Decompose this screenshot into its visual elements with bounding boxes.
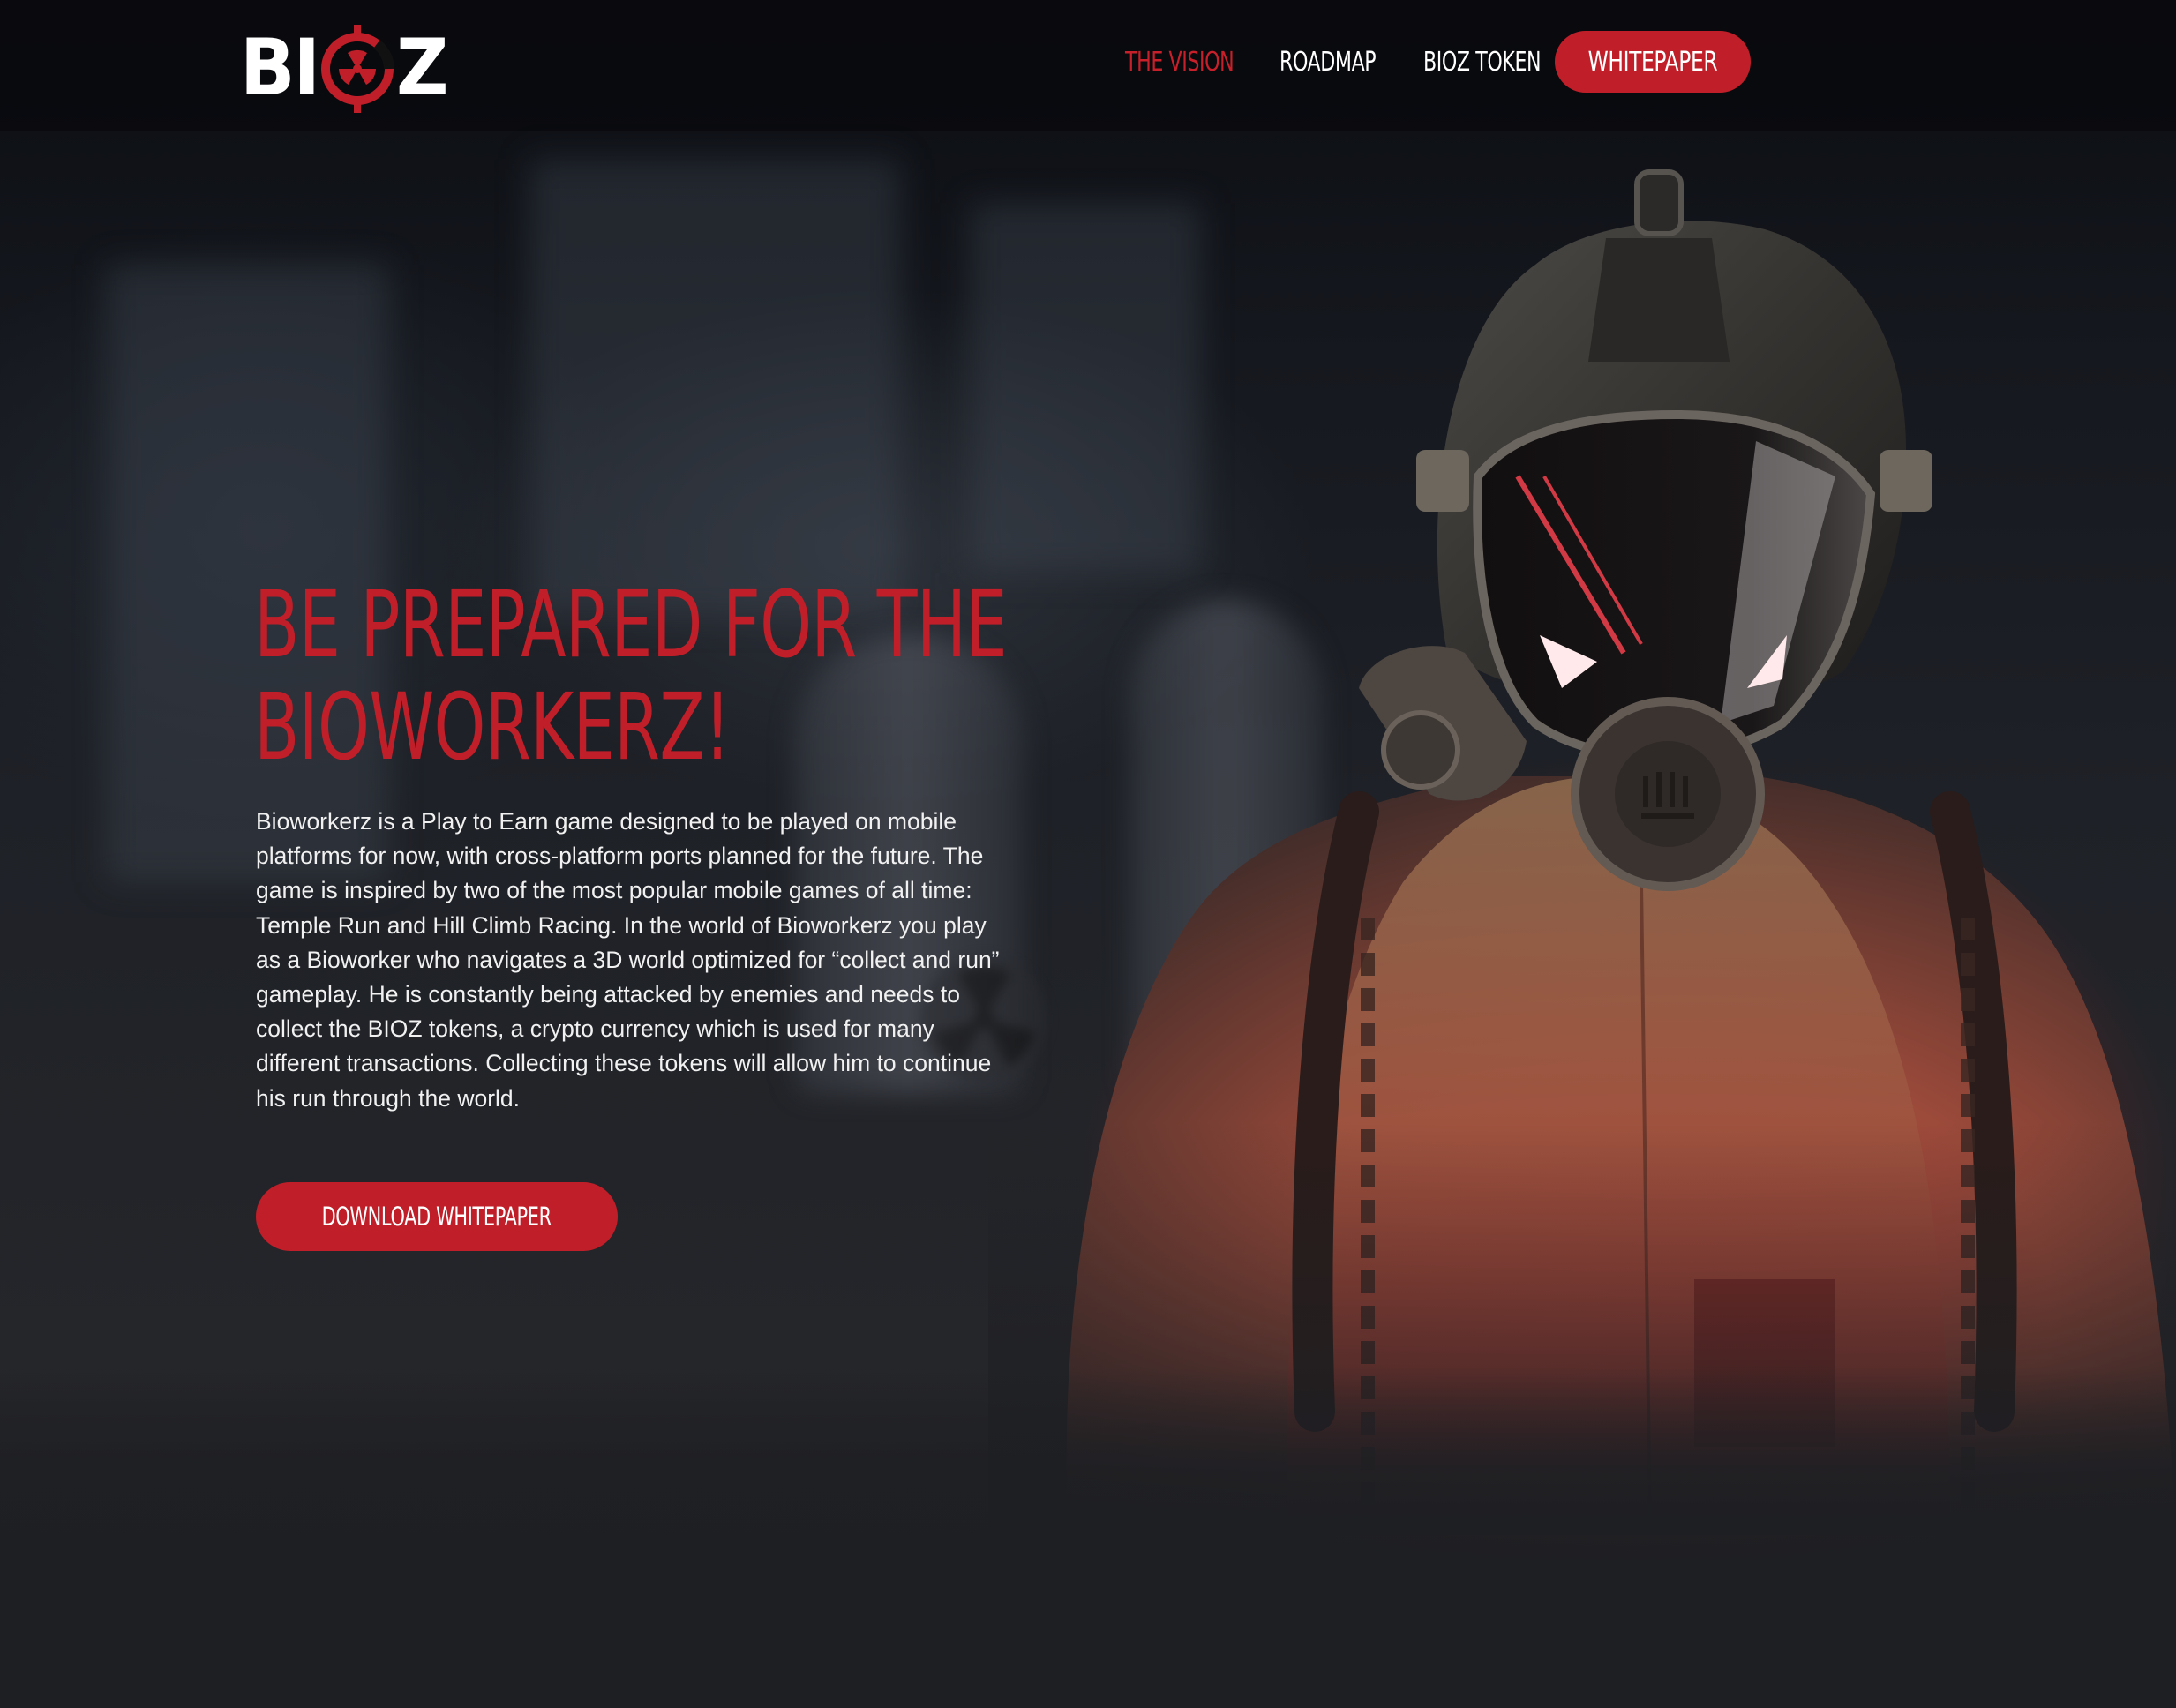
nav-link-bioz-token[interactable]: BIOZ TOKEN	[1423, 47, 1542, 78]
download-whitepaper-button[interactable]: DOWNLOAD WHITEPAPER	[256, 1182, 618, 1251]
site-header: BI Z THE VISION ROADMAP BIOZ TOKEN WHITE…	[0, 0, 2176, 131]
whitepaper-button-label: WHITEPAPER	[1587, 46, 1718, 78]
hero-description: Bioworkerz is a Play to Earn game design…	[256, 808, 1000, 1112]
logo-text-left: BI	[240, 23, 320, 114]
download-whitepaper-button-label: DOWNLOAD WHITEPAPER	[321, 1202, 552, 1232]
nav-link-the-vision[interactable]: THE VISION	[1125, 47, 1234, 78]
nav-link-roadmap[interactable]: ROADMAP	[1279, 47, 1377, 78]
bioz-logo[interactable]: BI Z	[240, 23, 449, 114]
background-building	[529, 159, 900, 618]
hero-title-line-1: BE PREPARED FOR THE	[254, 571, 1008, 678]
bottom-fog	[0, 1367, 2176, 1708]
hero-title-line-2: BIOWORKERZ!	[254, 673, 731, 781]
hazmat-worker-illustration	[988, 159, 2176, 1535]
whitepaper-button[interactable]: WHITEPAPER	[1555, 31, 1751, 93]
page: BI Z THE VISION ROADMAP BIOZ TOKEN WHITE…	[0, 0, 2176, 1708]
hero-title: BE PREPARED FOR THE BIOWORKERZ!	[254, 571, 1008, 781]
logo-text-right: Z	[396, 23, 448, 114]
radiation-coin-icon	[321, 25, 395, 113]
